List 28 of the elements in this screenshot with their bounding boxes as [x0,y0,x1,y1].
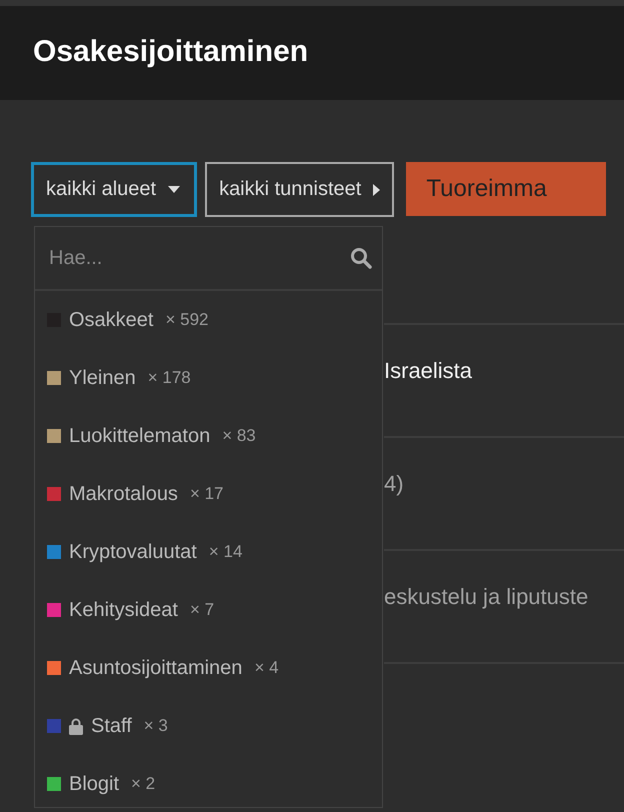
topic-title[interactable]: 4) [384,470,404,496]
topic-count: × 14 [208,542,242,562]
topic-title[interactable]: eskustelu ja liputuste [384,584,588,610]
caret-right-icon [373,184,380,196]
category-option[interactable]: Blogit [69,772,120,796]
search-icon [350,247,372,269]
category-option[interactable]: Asuntosijoittaminen [69,656,242,680]
topic-count: × 83 [222,426,256,446]
topic-count: × 2 [131,774,156,794]
category-option[interactable]: Staff [91,714,132,738]
filter-dropdown[interactable]: kaikki tunnisteet [205,162,394,217]
topic-count: × 592 [165,310,208,330]
topic-count: × 4 [254,658,279,678]
filter-dropdown[interactable]: kaikki alueet [31,162,198,217]
category-option[interactable]: Yleinen [69,366,136,390]
category-option[interactable]: Osakkeet [69,308,154,332]
category-option[interactable]: Luokittelematon [69,424,210,448]
topic-title[interactable]: Israelista [384,358,472,384]
topic-count: × 178 [148,368,191,388]
topic-count: × 7 [190,600,214,620]
category-option[interactable]: Kryptovaluutat [69,540,197,564]
topic-count: × 3 [144,716,168,736]
page-title: Osakesijoittaminen [33,35,308,69]
search-field[interactable]: Hae... [47,246,350,270]
topic-count: × 17 [190,484,224,504]
category-option[interactable]: Makrotalous [69,482,178,506]
caret-down-icon [168,186,180,193]
category-option[interactable]: Kehitysideat [69,598,178,622]
